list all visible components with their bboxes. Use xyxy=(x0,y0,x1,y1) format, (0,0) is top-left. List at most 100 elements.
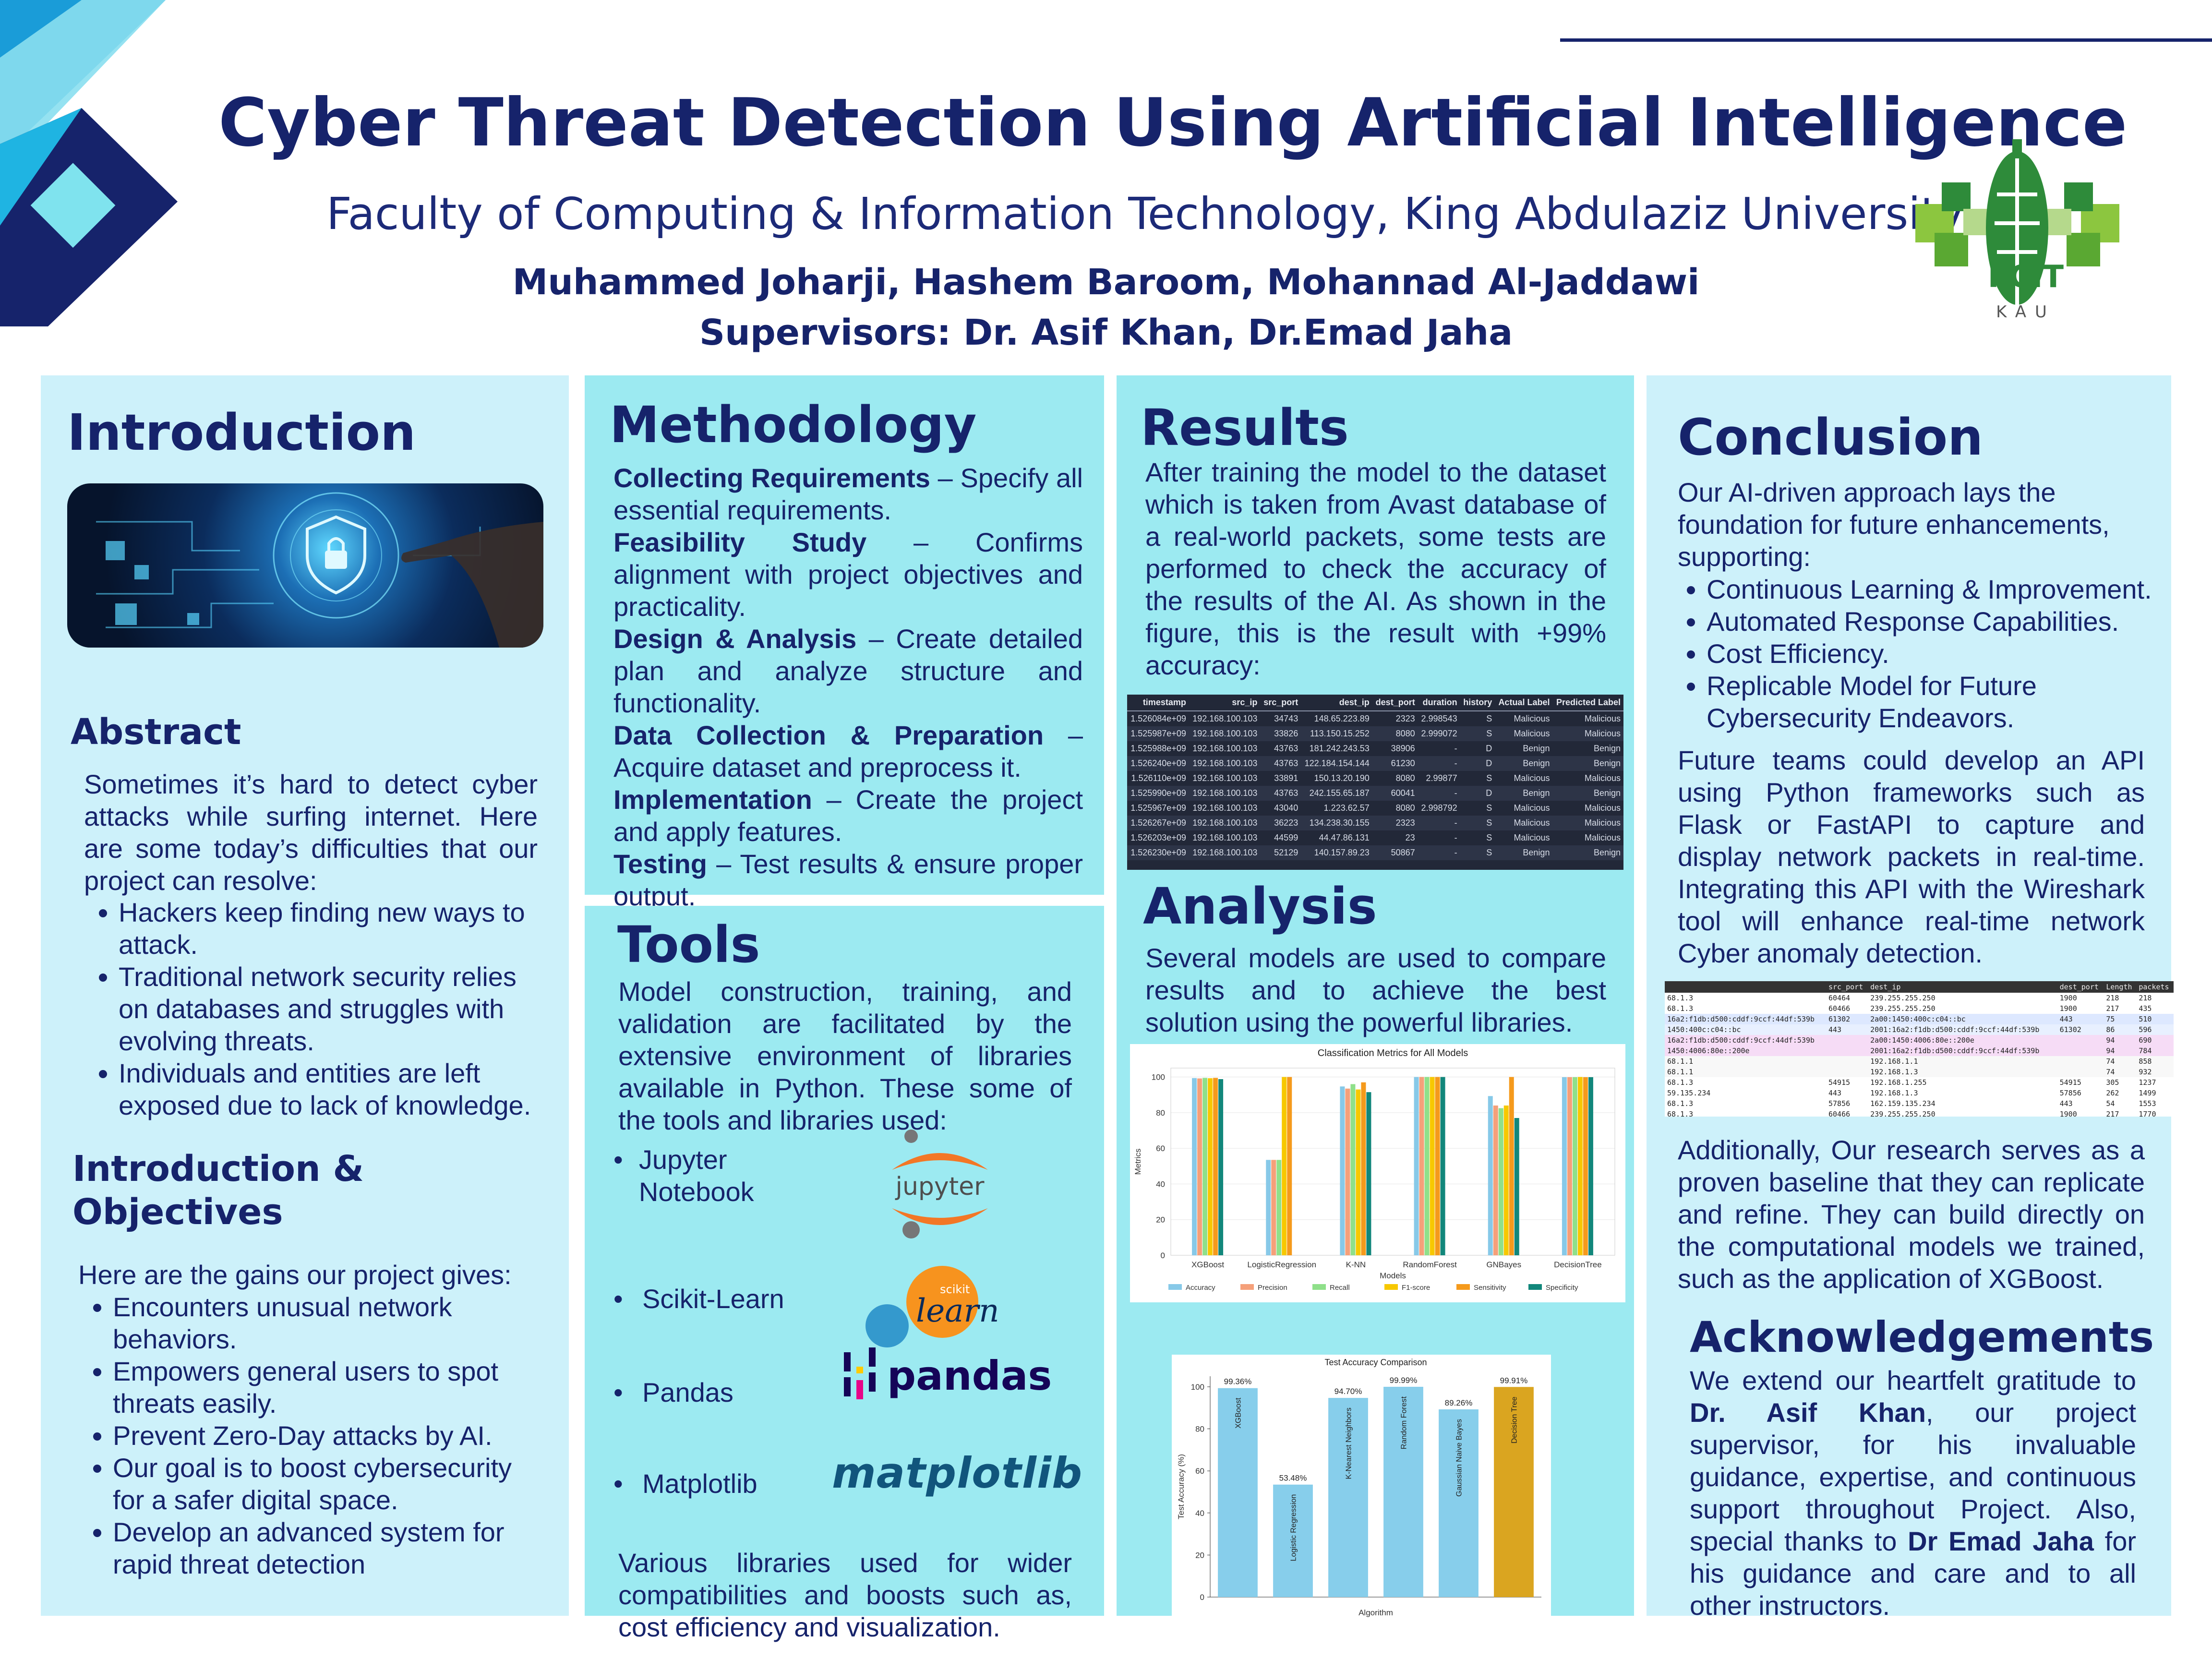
bar-f1-score xyxy=(1282,1077,1287,1255)
faculty-name: Faculty of Computing & Information Techn… xyxy=(326,188,1964,240)
table-header-cell: dest_ip xyxy=(1301,695,1372,711)
capture-cell: 1499 xyxy=(2139,1089,2156,1097)
table-cell: Benign xyxy=(1523,744,1550,753)
jupyter-logo: jupyter xyxy=(878,1127,1002,1242)
methodology-item: Implementation – Create the project and … xyxy=(613,783,1083,848)
capture-cell: 162.159.135.234 xyxy=(1870,1099,1936,1108)
table-header-cell: Actual Label xyxy=(1495,695,1553,711)
capture-header-cell xyxy=(1665,981,1826,993)
table-cell: Malicious xyxy=(1584,803,1621,813)
table-cell: 8080 xyxy=(1395,803,1415,813)
table-cell: 8080 xyxy=(1395,773,1415,783)
table-cell: D xyxy=(1460,786,1495,801)
table-cell: 43763 xyxy=(1260,786,1301,801)
capture-cell: 61302 xyxy=(1828,1015,1851,1023)
capture-cell: 86 xyxy=(2106,1025,2115,1034)
table-row: 1.526240e+09 192.168.100.103 43763 122.184.… xyxy=(1127,756,1623,771)
table-cell: 140.157.89.23 xyxy=(1301,845,1372,860)
table-header-cell: duration xyxy=(1418,695,1460,711)
bar-f1-score xyxy=(1208,1078,1213,1255)
column-introduction: Introduction Abstract Sometimes it’s har… xyxy=(41,375,569,1616)
table-cell: 1.223.62.57 xyxy=(1323,803,1370,813)
table-cell: 134.238.30.155 xyxy=(1301,816,1372,830)
x-tick-label: XGBoost xyxy=(1235,1397,1243,1429)
legend-swatch xyxy=(1168,1284,1182,1290)
bar-value-label: 89.26% xyxy=(1445,1398,1473,1407)
bar-value-label: 99.91% xyxy=(1500,1376,1528,1385)
capture-cell: 305 xyxy=(2106,1078,2119,1087)
table-row: 1.525988e+09 192.168.100.103 43763 181.242.… xyxy=(1127,741,1623,756)
y-tick-label: 0 xyxy=(1161,1251,1165,1260)
table-cell: S xyxy=(1486,803,1492,813)
objectives-heading-line1: Introduction & xyxy=(72,1148,364,1190)
capture-cell xyxy=(1826,1035,1868,1046)
objectives-list-item: Develop an advanced system for rapid thr… xyxy=(113,1516,539,1580)
legend-swatch xyxy=(1240,1284,1254,1290)
table-cell: 113.150.15.252 xyxy=(1301,726,1372,741)
bar-sensitivity xyxy=(1213,1078,1218,1255)
bar-value-label: 53.48% xyxy=(1279,1474,1307,1483)
table-cell: Malicious xyxy=(1584,714,1621,723)
table-cell: 1.525988e+09 xyxy=(1130,744,1186,753)
capture-cell xyxy=(2052,1109,2057,1117)
tool-item-matplotlib: • Matplotlib xyxy=(613,1468,757,1499)
table-cell: 23 xyxy=(1405,833,1415,842)
legend-label: Sensitivity xyxy=(1474,1284,1506,1292)
table-cell: Benign xyxy=(1552,786,1623,801)
logo-text: FCIT xyxy=(1987,259,2064,295)
tool-name: Scikit-Learn xyxy=(642,1284,784,1314)
methodology-term: Design & Analysis xyxy=(613,624,857,654)
capture-row: 68.1.3 60466 239.255.255.250 1900 217 1770 xyxy=(1665,1109,2174,1117)
objectives-list-item: Empowers general users to spot threats e… xyxy=(113,1355,539,1419)
table-row: 1.525967e+09 192.168.100.103 43040 1.223.62… xyxy=(1127,801,1623,816)
table-cell: D xyxy=(1486,744,1492,753)
capture-cell: 68.1.3 xyxy=(1667,994,1694,1002)
capture-cell: 1900 xyxy=(2059,1110,2077,1117)
classification-metrics-chart: Classification Metrics for All Models 0 20… xyxy=(1130,1044,1625,1302)
y-tick-label: 60 xyxy=(1195,1467,1204,1476)
conclusion-heading: Conclusion xyxy=(1678,408,1984,467)
bar-accuracy xyxy=(1340,1086,1345,1255)
table-cell: S xyxy=(1460,845,1495,860)
results-heading: Results xyxy=(1141,398,1349,457)
objectives-list-item: Our goal is to boost cybersecurity for a… xyxy=(113,1452,539,1516)
capture-cell: 1900 xyxy=(2059,994,2077,1002)
table-header-cell: dest_port xyxy=(1372,695,1418,711)
legend-label: Accuracy xyxy=(1186,1284,1215,1292)
table-cell: 1.526240e+09 xyxy=(1127,756,1189,771)
bar-f1-score xyxy=(1503,1106,1509,1255)
capture-header-cell: src_port xyxy=(1826,981,1868,993)
capture-cell: 74 xyxy=(2106,1057,2115,1066)
capture-cell: 192.168.1.3 xyxy=(1870,1068,1918,1076)
table-cell: 1.526110e+09 xyxy=(1131,773,1186,783)
bar-accuracy xyxy=(1192,1078,1197,1255)
x-tick-label: RandomForest xyxy=(1403,1260,1457,1269)
methodology-panel: Methodology Collecting Requirements – Sp… xyxy=(585,375,1104,911)
conclusion-list-item: Replicable Model for Future Cybersecurit… xyxy=(1707,670,2153,734)
capture-cell xyxy=(1826,1056,1868,1067)
chart-title: Classification Metrics for All Models xyxy=(1318,1048,1468,1058)
objectives-list-item: Encounters unusual network behaviors. xyxy=(113,1291,539,1355)
capture-cell: 2a00:1450:400c:c04::bc xyxy=(1870,1015,1966,1023)
capture-cell xyxy=(2052,993,2057,1003)
y-tick-label: 80 xyxy=(1156,1108,1165,1118)
table-cell: Malicious xyxy=(1514,803,1550,813)
table-cell: 61230 xyxy=(1372,756,1418,771)
x-tick-label: XGBoost xyxy=(1191,1260,1224,1269)
table-cell: 192.168.100.103 xyxy=(1192,803,1258,813)
bar-specificity xyxy=(1514,1118,1519,1255)
bar-recall xyxy=(1498,1108,1503,1255)
capture-cell: 2a00:1450:4006:80e::200e xyxy=(1870,1036,1974,1045)
table-cell: - xyxy=(1454,833,1457,842)
bar-value-label: 99.99% xyxy=(1390,1376,1418,1385)
table-cell: 192.168.100.103 xyxy=(1192,714,1258,723)
table-cell: S xyxy=(1486,714,1492,723)
matplotlib-logo: matplotlib xyxy=(832,1441,1082,1508)
capture-cell xyxy=(2052,1046,2057,1056)
tool-item-scikit: • Scikit-Learn xyxy=(613,1284,784,1314)
y-axis-label: Test Accuracy (%) xyxy=(1177,1454,1186,1519)
capture-cell: 239.255.255.250 xyxy=(1870,1004,1936,1013)
table-cell: 36223 xyxy=(1260,816,1301,830)
capture-cell xyxy=(2052,1098,2057,1109)
capture-cell: 68.1.3 xyxy=(1667,1004,1694,1013)
